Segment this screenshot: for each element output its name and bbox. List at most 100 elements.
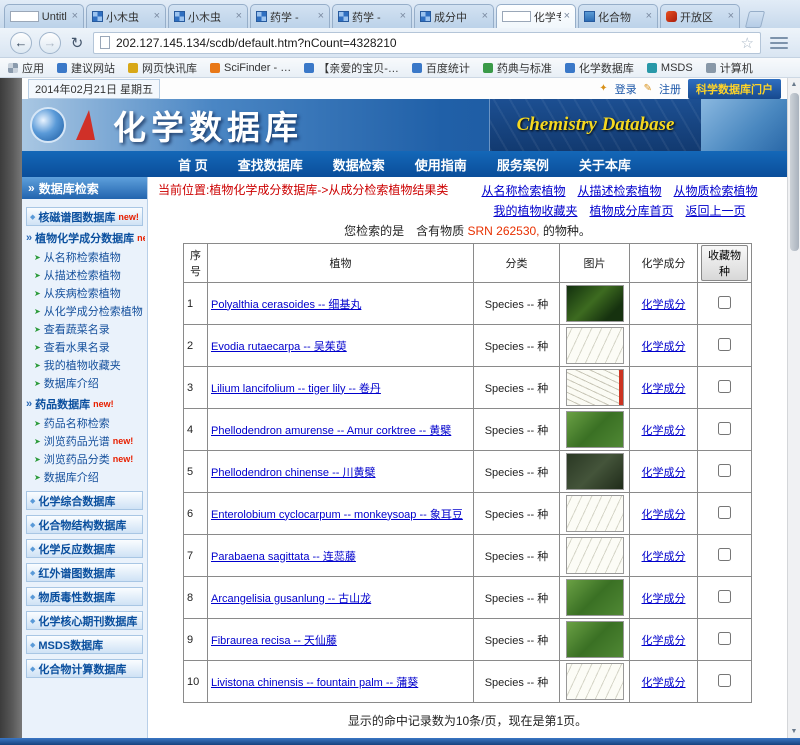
favorite-checkbox[interactable] [718,589,731,603]
plant-link[interactable]: Livistona chinensis -- fountain palm -- … [211,677,418,689]
sidebar-link[interactable]: ➤ 从描述检索植物 [24,266,145,284]
plant-link[interactable]: Lilium lancifolium -- tiger lily -- 卷丹 [211,383,381,395]
plant-link[interactable]: Enterolobium cyclocarpum -- monkeysoap -… [211,509,463,521]
sidebar-link[interactable]: ➤ 浏览药品分类 new! [24,450,145,468]
favorite-checkbox[interactable] [718,631,731,645]
sidebar-link[interactable]: ➤ 我的植物收藏夹 [24,356,145,374]
sidebar-link[interactable]: ➤ 数据库介绍 [24,374,145,392]
scroll-down-icon[interactable]: ▼ [788,725,800,738]
browser-tab[interactable]: 化合物 × [578,4,658,28]
tab-close-icon[interactable]: × [236,11,242,22]
chem-component-link[interactable]: 化学成分 [642,677,686,689]
bookmark-item[interactable]: 化学数据库 [564,60,634,76]
bookmark-star-icon[interactable]: ☆ [741,34,754,52]
chem-component-link[interactable]: 化学成分 [642,383,686,395]
plant-link[interactable]: Polyalthia cerasoides -- 细基丸 [211,299,361,311]
plant-thumbnail[interactable] [565,663,624,700]
bookmark-item[interactable]: 计算机 [705,60,753,76]
portal-button[interactable]: 科学数据库门户 [688,78,781,99]
forward-button[interactable]: → [39,31,61,54]
browser-tab[interactable]: 小木虫 × [86,4,166,28]
quick-link[interactable]: 从描述检索植物 [577,182,661,199]
plant-link[interactable]: Phellodendron amurense -- Amur corktree … [211,425,451,437]
favorite-checkbox[interactable] [718,337,731,351]
bookmark-item[interactable]: 网页快讯库 [128,60,197,76]
chem-component-link[interactable]: 化学成分 [642,467,686,479]
back-button[interactable]: ← [10,31,32,54]
favorite-checkbox[interactable] [718,463,731,477]
plant-thumbnail[interactable] [565,285,624,322]
quick-link[interactable]: 从物质检索植物 [674,182,758,199]
scroll-up-icon[interactable]: ▲ [788,78,800,91]
chem-component-link[interactable]: 化学成分 [642,593,686,605]
quick-link[interactable]: 返回上一页 [686,202,746,219]
plant-thumbnail[interactable] [565,621,624,658]
chem-component-link[interactable]: 化学成分 [642,635,686,647]
tab-close-icon[interactable]: × [728,11,734,22]
browser-tab[interactable]: 药学 - × [332,4,412,28]
browser-tab[interactable]: 药学 - × [250,4,330,28]
chem-component-link[interactable]: 化学成分 [642,509,686,521]
nav-item[interactable]: 使用指南 [415,155,467,174]
bookmark-item[interactable]: SciFinder - … [210,62,291,74]
plant-thumbnail[interactable] [565,453,624,490]
chem-component-link[interactable]: 化学成分 [642,299,686,311]
tab-close-icon[interactable]: × [564,11,570,22]
menu-icon[interactable] [768,34,790,52]
scrollbar-thumb[interactable] [789,93,799,251]
windows-taskbar[interactable] [0,738,800,745]
tab-close-icon[interactable]: × [72,11,78,22]
sidebar-section[interactable]: ◆ 核磁谱图数据库 new! [26,207,143,226]
quick-link[interactable]: 从名称检索植物 [481,182,565,199]
plant-thumbnail[interactable] [565,537,624,574]
chem-component-link[interactable]: 化学成分 [642,341,686,353]
sidebar-section[interactable]: ◆ 化学综合数据库 [26,491,143,510]
plant-link[interactable]: Arcangelisia gusanlung -- 古山龙 [211,593,371,605]
chem-component-link[interactable]: 化学成分 [642,425,686,437]
browser-tab[interactable]: 成分中 × [414,4,494,28]
plant-thumbnail[interactable] [565,495,624,532]
tab-close-icon[interactable]: × [318,11,324,22]
sidebar-link[interactable]: ➤ 从化学成分检索植物 [24,302,145,320]
nav-item[interactable]: 服务案例 [497,155,549,174]
nav-item[interactable]: 数据检索 [333,155,385,174]
favorite-species-button[interactable]: 收藏物种 [701,245,748,281]
url-text[interactable]: 202.127.145.134/scdb/default.htm?nCount=… [116,36,735,50]
bookmark-item[interactable]: 应用 [8,60,44,76]
nav-item[interactable]: 首 页 [178,155,208,174]
sidebar-section[interactable]: ◆ 物质毒性数据库 [26,587,143,606]
sidebar-link[interactable]: ➤ 浏览药品光谱 new! [24,432,145,450]
nav-item[interactable]: 关于本库 [579,155,631,174]
sidebar-group[interactable]: » 药品数据库 new! [24,392,145,414]
browser-tab[interactable]: 小木虫 × [168,4,248,28]
register-link[interactable]: 注册 [659,81,681,97]
plant-thumbnail[interactable] [565,327,624,364]
browser-tab[interactable]: Untitl × [4,4,84,28]
vertical-scrollbar[interactable]: ▲ ▼ [787,78,800,738]
tab-close-icon[interactable]: × [482,11,488,22]
url-box[interactable]: 202.127.145.134/scdb/default.htm?nCount=… [93,31,761,54]
sidebar-section[interactable]: ◆ 化学核心期刊数据库 [26,611,143,630]
sidebar-section[interactable]: ◆ 化合物结构数据库 [26,515,143,534]
plant-link[interactable]: Evodia rutaecarpa -- 吴茱萸 [211,341,347,353]
new-tab-button[interactable] [744,11,766,28]
favorite-checkbox[interactable] [718,379,731,393]
plant-link[interactable]: Parabaena sagittata -- 连蕊藤 [211,551,356,563]
nav-item[interactable]: 查找数据库 [238,155,303,174]
plant-thumbnail[interactable] [565,369,624,406]
sidebar-link[interactable]: ➤ 药品名称检索 [24,414,145,432]
sidebar-link[interactable]: ➤ 查看水果名录 [24,338,145,356]
sidebar-section[interactable]: ◆ MSDS数据库 [26,635,143,654]
bookmark-item[interactable]: MSDS [646,62,693,74]
plant-thumbnail[interactable] [565,411,624,448]
tab-close-icon[interactable]: × [154,11,160,22]
favorite-checkbox[interactable] [718,505,731,519]
sidebar-link[interactable]: ➤ 从名称检索植物 [24,248,145,266]
browser-tab[interactable]: 开放区 × [660,4,740,28]
chem-component-link[interactable]: 化学成分 [642,551,686,563]
plant-link[interactable]: Phellodendron chinense -- 川黄檗 [211,467,375,479]
tab-close-icon[interactable]: × [400,11,406,22]
sidebar-section[interactable]: ◆ 化合物计算数据库 [26,659,143,678]
sidebar-link[interactable]: ➤ 查看蔬菜名录 [24,320,145,338]
reload-icon[interactable]: ↻ [68,34,86,52]
